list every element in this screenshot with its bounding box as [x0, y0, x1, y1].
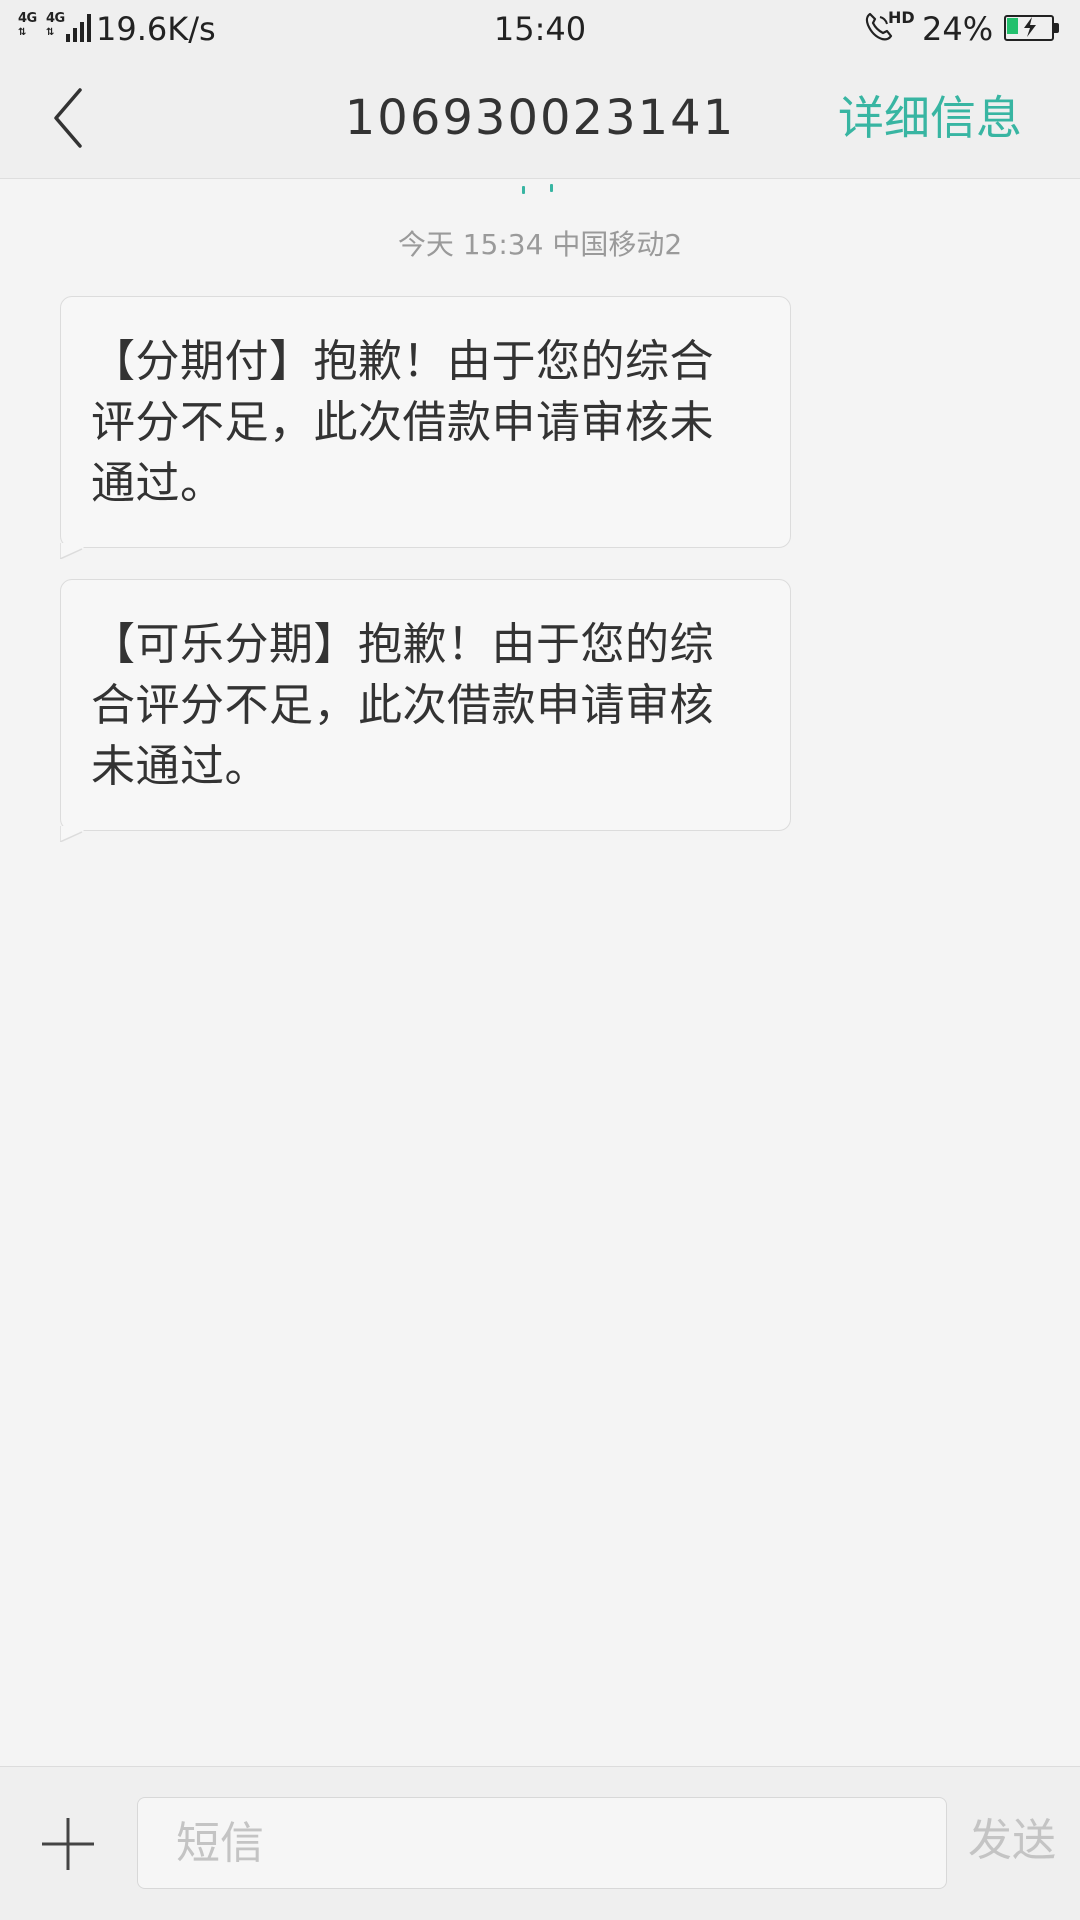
- message-text: 【可乐分期】抱歉！由于您的综合评分不足，此次借款申请审核未通过。: [91, 619, 714, 792]
- message-bubble[interactable]: 【可乐分期】抱歉！由于您的综合评分不足，此次借款申请审核未通过。: [60, 579, 791, 842]
- send-button[interactable]: 发送: [968, 1811, 1056, 1871]
- message-input[interactable]: [137, 1797, 947, 1889]
- sms-conversation-screen: 4G 4G ⇅ ⇅ 19.6K/s 15:40 HD 24% 106930023…: [0, 0, 1080, 1920]
- message-timestamp: 今天 15:34 中国移动2: [397, 228, 683, 261]
- charging-bolt-icon: [1024, 17, 1036, 37]
- header-bar: 106930023141 详细信息: [0, 58, 1080, 179]
- conversation-title: 106930023141: [344, 90, 736, 146]
- status-time: 15:40: [493, 10, 587, 48]
- status-bar: 4G 4G ⇅ ⇅ 19.6K/s 15:40 HD 24%: [0, 0, 1080, 58]
- details-link[interactable]: 详细信息: [838, 88, 1022, 148]
- battery-charging-icon: [1004, 15, 1060, 41]
- message-text: 【分期付】抱歉！由于您的综合评分不足，此次借款申请审核未通过。: [91, 336, 714, 509]
- back-button[interactable]: [36, 84, 106, 154]
- chevron-left-icon: [54, 88, 82, 148]
- hd-call-icon: HD: [864, 9, 915, 46]
- battery-tip: [1054, 23, 1059, 33]
- add-attachment-button[interactable]: [38, 1814, 98, 1874]
- message-bubble[interactable]: 【分期付】抱歉！由于您的综合评分不足，此次借款申请审核未通过。: [60, 296, 791, 559]
- message-composer: 发送: [0, 1766, 1080, 1920]
- loading-indicator: [520, 184, 560, 198]
- battery-level-fill: [1007, 18, 1018, 34]
- bubble-tail: [60, 543, 84, 559]
- plus-icon: [42, 1818, 94, 1870]
- battery-percent: 24%: [922, 10, 994, 48]
- bubble-tail: [60, 826, 84, 842]
- hd-label: HD: [888, 8, 915, 27]
